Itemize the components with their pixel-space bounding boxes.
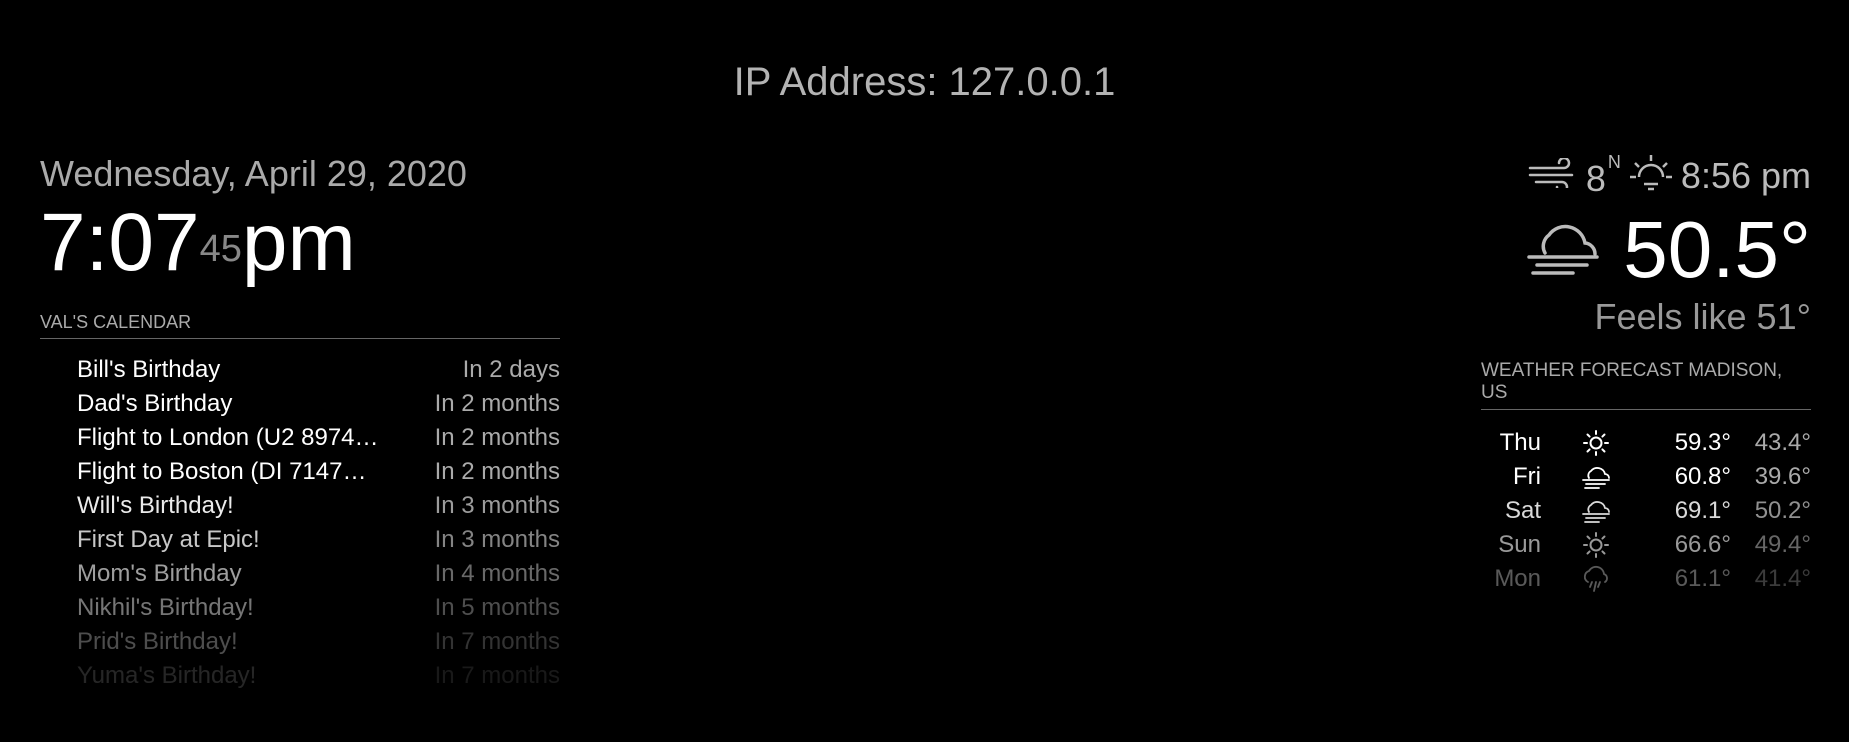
calendar-event-title: Prid's Birthday! bbox=[77, 628, 238, 655]
fog-cloud-icon bbox=[1527, 224, 1600, 275]
calendar-event-title: Yuma's Birthday! bbox=[77, 662, 257, 689]
forecast-row: Fri 60.8° 39.6° bbox=[1481, 460, 1811, 494]
forecast-max-temp: 59.3° bbox=[1674, 429, 1731, 456]
calendar-event-time: In 5 months bbox=[434, 594, 560, 621]
wind-speed-value: 8 bbox=[1585, 158, 1606, 199]
calendar-event-time: In 4 months bbox=[434, 560, 560, 587]
calendar-event-time: In 3 months bbox=[434, 492, 560, 519]
calendar-header: VAL'S CALENDAR bbox=[40, 312, 560, 339]
forecast-min-temp: 39.6° bbox=[1754, 463, 1811, 490]
calendar-event-title: Will's Birthday! bbox=[77, 492, 234, 519]
calendar-event: Dad's Birthday In 2 months bbox=[40, 387, 560, 421]
clock-period: pm bbox=[241, 197, 356, 288]
fog-cloud-icon bbox=[1541, 465, 1651, 489]
wind-direction: N bbox=[1607, 152, 1621, 172]
forecast-min-temp: 49.4° bbox=[1754, 531, 1811, 558]
calendar-event-title: Flight to London (U2 8974… bbox=[77, 424, 379, 451]
calendar-event: Flight to Boston (DI 7147… In 2 months bbox=[40, 455, 560, 489]
sun-icon bbox=[1541, 532, 1651, 558]
calendar-event: Bill's Birthday In 2 days bbox=[40, 353, 560, 387]
rain-icon bbox=[1541, 565, 1651, 593]
calendar-event: Will's Birthday! In 3 months bbox=[40, 489, 560, 523]
current-temperature: 50.5° bbox=[1623, 205, 1811, 294]
clock-date: Wednesday, April 29, 2020 bbox=[40, 153, 467, 194]
sunset-icon bbox=[1629, 151, 1673, 201]
forecast-max-temp: 61.1° bbox=[1674, 565, 1731, 592]
calendar-event: Flight to London (U2 8974… In 2 months bbox=[40, 421, 560, 455]
forecast-max-temp: 69.1° bbox=[1674, 497, 1731, 524]
calendar-event-title: First Day at Epic! bbox=[77, 526, 260, 553]
calendar-event-title: Mom's Birthday bbox=[77, 560, 242, 587]
calendar-event-time: In 7 months bbox=[434, 662, 560, 689]
forecast-row: Thu 59.3° 43.4° bbox=[1481, 426, 1811, 460]
calendar-event-time: In 2 months bbox=[434, 424, 560, 451]
calendar-module: VAL'S CALENDAR Bill's Birthday In 2 days… bbox=[40, 312, 560, 693]
forecast-day: Sun bbox=[1498, 531, 1541, 558]
ip-address: IP Address: 127.0.0.1 bbox=[733, 60, 1116, 104]
current-weather-module: 8N 8:56 pm 50.5° Feels like 51° bbox=[1523, 150, 1811, 339]
forecast-day: Sat bbox=[1504, 497, 1541, 524]
clock-time: 7:0745pm bbox=[40, 198, 467, 288]
calendar-event-list: Bill's Birthday In 2 days Dad's Birthday… bbox=[40, 353, 560, 693]
calendar-event-time: In 7 months bbox=[434, 628, 560, 655]
forecast-max-temp: 66.6° bbox=[1674, 531, 1731, 558]
forecast-table: Thu 59.3° 43.4° Fri 60.8° 39.6° Sat 69.1… bbox=[1481, 426, 1811, 596]
calendar-event-time: In 2 days bbox=[462, 356, 560, 383]
calendar-event-title: Flight to Boston (DI 7147… bbox=[77, 458, 367, 485]
forecast-day: Thu bbox=[1499, 429, 1541, 456]
calendar-event-time: In 2 months bbox=[434, 390, 560, 417]
sunset-time: 8:56 pm bbox=[1680, 154, 1811, 196]
calendar-event: Yuma's Birthday! In 7 months bbox=[40, 659, 560, 693]
current-temperature-row: 50.5° bbox=[1523, 205, 1811, 295]
calendar-event: Mom's Birthday In 4 months bbox=[40, 557, 560, 591]
calendar-event: Nikhil's Birthday! In 5 months bbox=[40, 591, 560, 625]
weather-details-row: 8N 8:56 pm bbox=[1523, 150, 1811, 201]
calendar-event-time: In 3 months bbox=[434, 526, 560, 553]
forecast-min-temp: 43.4° bbox=[1754, 429, 1811, 456]
wind-icon bbox=[1528, 154, 1578, 198]
forecast-min-temp: 50.2° bbox=[1754, 497, 1811, 524]
forecast-header: WEATHER FORECAST MADISON, US bbox=[1481, 360, 1811, 410]
calendar-event-title: Nikhil's Birthday! bbox=[77, 594, 254, 621]
clock-seconds: 45 bbox=[199, 228, 242, 270]
clock-hours-minutes: 7:07 bbox=[40, 197, 200, 288]
wind-speed: 8N bbox=[1586, 150, 1621, 201]
weather-forecast-module: WEATHER FORECAST MADISON, US Thu 59.3° 4… bbox=[1481, 360, 1811, 596]
calendar-event-title: Bill's Birthday bbox=[77, 356, 221, 383]
forecast-min-temp: 41.4° bbox=[1754, 565, 1811, 592]
forecast-row: Mon 61.1° 41.4° bbox=[1481, 562, 1811, 596]
fog-cloud-icon bbox=[1541, 499, 1651, 523]
clock-module: Wednesday, April 29, 2020 7:0745pm bbox=[40, 152, 467, 288]
calendar-event-time: In 2 months bbox=[434, 458, 560, 485]
forecast-row: Sun 66.6° 49.4° bbox=[1481, 528, 1811, 562]
calendar-event: Prid's Birthday! In 7 months bbox=[40, 625, 560, 659]
forecast-day: Mon bbox=[1494, 565, 1541, 592]
forecast-max-temp: 60.8° bbox=[1674, 463, 1731, 490]
mirror-dashboard: IP Address: 127.0.0.1 Wednesday, April 2… bbox=[0, 0, 1849, 742]
forecast-row: Sat 69.1° 50.2° bbox=[1481, 494, 1811, 528]
feels-like: Feels like 51° bbox=[1594, 296, 1812, 337]
forecast-day: Fri bbox=[1513, 463, 1541, 490]
sun-icon bbox=[1541, 430, 1651, 456]
calendar-event: First Day at Epic! In 3 months bbox=[40, 523, 560, 557]
calendar-event-title: Dad's Birthday bbox=[77, 390, 233, 417]
